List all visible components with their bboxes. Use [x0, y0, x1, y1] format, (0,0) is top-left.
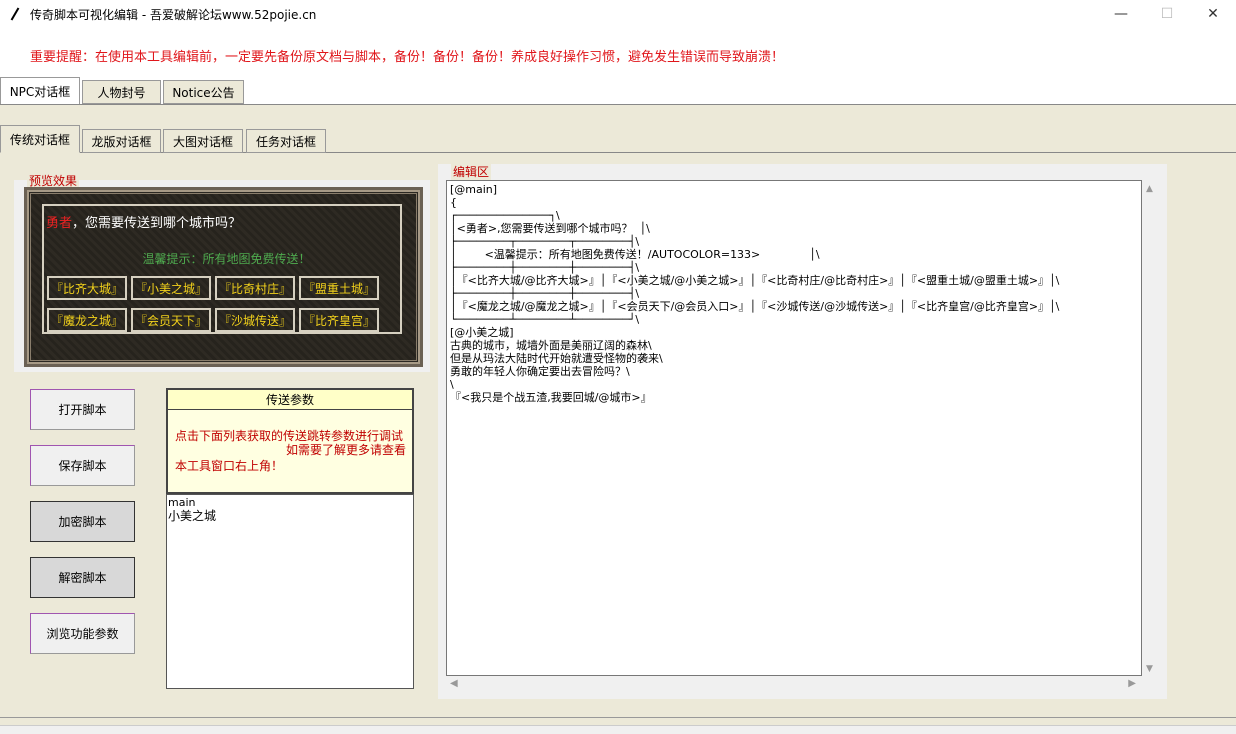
editor-horizontal-scrollbar[interactable]: ◀ ▶	[446, 676, 1142, 694]
preview-option: 『魔龙之城』	[47, 308, 127, 332]
preview-option: 『小美之城』	[131, 276, 211, 300]
browse-params-button[interactable]: 浏览功能参数	[30, 613, 135, 654]
transfer-params-help: 点击下面列表获取的传送跳转参数进行调试 如需要了解更多请查看 本工具窗口右上角！	[168, 410, 412, 474]
editor-label: 编辑区	[451, 163, 492, 180]
preview-row-2: 『魔龙之城』 『会员天下』 『沙城传送』 『比齐皇宫』	[47, 308, 379, 332]
help-line-3: 本工具窗口右上角！	[175, 459, 284, 473]
minimize-button[interactable]: —	[1098, 0, 1144, 28]
tab-quest-dialog[interactable]: 任务对话框	[246, 129, 326, 153]
close-button[interactable]: ✕	[1190, 0, 1236, 28]
tab-traditional-dialog[interactable]: 传统对话框	[0, 125, 80, 153]
list-item[interactable]: main	[168, 496, 412, 509]
preview-option: 『比齐大城』	[47, 276, 127, 300]
transfer-params-title: 传送参数	[168, 390, 412, 410]
preview-option: 『沙城传送』	[215, 308, 295, 332]
scroll-up-icon[interactable]: ▲	[1146, 184, 1153, 194]
open-script-button[interactable]: 打开脚本	[30, 389, 135, 430]
scroll-right-icon[interactable]: ▶	[1128, 678, 1136, 689]
help-line-2: 如需要了解更多请查看	[285, 443, 406, 457]
scroll-left-icon[interactable]: ◀	[450, 678, 458, 689]
window-title: 传奇脚本可视化编辑 - 吾爱破解论坛www.52pojie.cn	[30, 7, 317, 22]
save-script-button[interactable]: 保存脚本	[30, 445, 135, 486]
preview-option: 『会员天下』	[131, 308, 211, 332]
preview-hero: 勇者	[46, 216, 73, 231]
bottom-divider	[0, 717, 1236, 718]
title-bar: 传奇脚本可视化编辑 - 吾爱破解论坛www.52pojie.cn — ☐ ✕	[0, 0, 1236, 28]
encrypt-script-button[interactable]: 加密脚本	[30, 501, 135, 542]
tab-character-title[interactable]: 人物封号	[82, 80, 161, 104]
decrypt-script-button[interactable]: 解密脚本	[30, 557, 135, 598]
preview-image: 勇者，您需要传送到哪个城市吗？ 温馨提示：所有地图免费传送！ 『比齐大城』 『小…	[24, 187, 423, 367]
transfer-params-panel: 传送参数 点击下面列表获取的传送跳转参数进行调试 如需要了解更多请查看 本工具窗…	[166, 388, 414, 494]
list-item[interactable]: 小美之城	[168, 509, 412, 523]
preview-tip: 温馨提示：所有地图免费传送！	[142, 252, 311, 266]
help-line-1: 点击下面列表获取的传送跳转参数进行调试	[175, 429, 404, 443]
tab-large-image-dialog[interactable]: 大图对话框	[163, 129, 243, 153]
editor-vertical-scrollbar[interactable]: ▲ ▼	[1142, 180, 1160, 676]
warning-text: 重要提醒：在使用本工具编辑前，一定要先备份原文档与脚本，备份！备份！备份！养成良…	[30, 50, 785, 65]
label-list[interactable]: main 小美之城	[166, 494, 414, 689]
preview-question-text: ，您需要传送到哪个城市吗？	[72, 216, 242, 231]
preview-option: 『盟重土城』	[299, 276, 379, 300]
tab-notice[interactable]: Notice公告	[163, 80, 244, 104]
status-strip	[0, 725, 1236, 734]
maximize-button[interactable]: ☐	[1144, 0, 1190, 28]
tab-npc-dialog[interactable]: NPC对话框	[0, 77, 80, 104]
app-icon	[8, 7, 22, 21]
npc-dialog-panel: 传统对话框 龙版对话框 大图对话框 任务对话框 预览效果 勇者，您需要传送到哪个…	[0, 105, 1236, 734]
warning-area: 重要提醒：在使用本工具编辑前，一定要先备份原文档与脚本，备份！备份！备份！养成良…	[0, 28, 1236, 76]
preview-question: 勇者，您需要传送到哪个城市吗？	[46, 212, 241, 231]
script-content[interactable]: [@main] { ┌──────────────┐\ │<勇者>,您需要传送到…	[450, 183, 1138, 404]
outer-tabstrip: NPC对话框 人物封号 Notice公告	[0, 76, 1236, 105]
tab-dragon-dialog[interactable]: 龙版对话框	[82, 129, 161, 153]
preview-option: 『比齐皇宫』	[299, 308, 379, 332]
preview-option: 『比奇村庄』	[215, 276, 295, 300]
script-editor[interactable]: [@main] { ┌──────────────┐\ │<勇者>,您需要传送到…	[446, 180, 1142, 676]
inner-tabstrip: 传统对话框 龙版对话框 大图对话框 任务对话框	[0, 125, 1236, 153]
window-controls: — ☐ ✕	[1098, 0, 1236, 28]
preview-row-1: 『比齐大城』 『小美之城』 『比奇村庄』 『盟重土城』	[47, 276, 379, 300]
scroll-down-icon[interactable]: ▼	[1146, 664, 1153, 674]
